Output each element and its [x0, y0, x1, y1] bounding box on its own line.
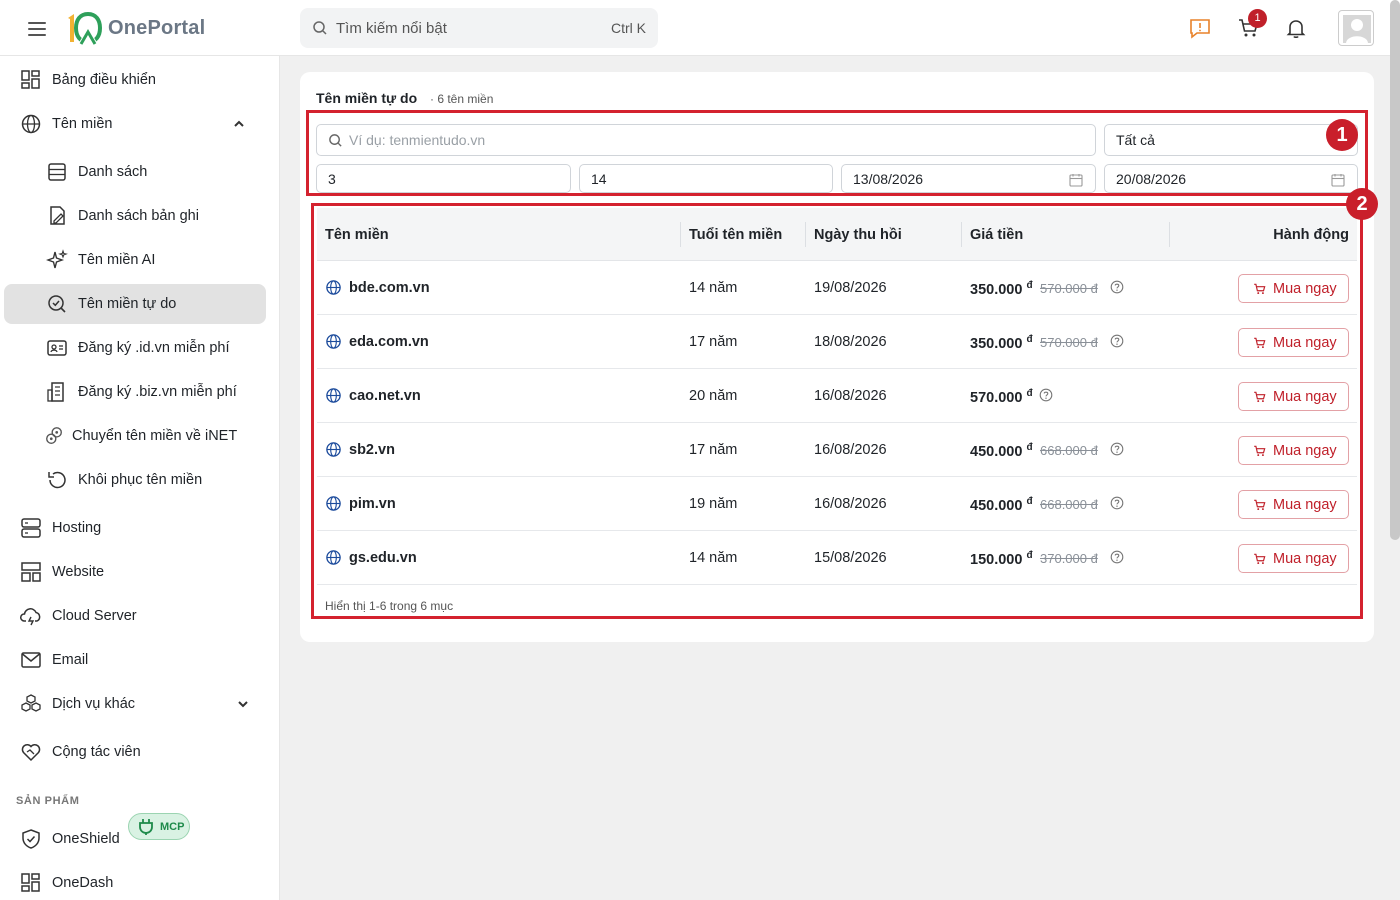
sidebar-item-other-services[interactable]: Dịch vụ khác	[4, 684, 266, 724]
logo[interactable]: OnePortal	[64, 10, 205, 46]
scrollbar[interactable]	[1390, 0, 1400, 540]
sidebar-item-label: Dịch vụ khác	[52, 696, 136, 712]
sidebar-item-label: OneDash	[52, 875, 114, 891]
section-label-products: SẢN PHẨM	[16, 795, 80, 807]
sidebar-item-biz-vn[interactable]: Đăng ký .biz.vn miễn phí	[4, 372, 266, 412]
sidebar-item-label: Hosting	[52, 520, 102, 536]
sidebar-item-label: Tên miền	[52, 116, 113, 132]
sidebar-item-restore-domain[interactable]: Khôi phục tên miền	[4, 460, 266, 500]
cubes-icon	[21, 694, 41, 712]
oneportal-logo-icon	[68, 11, 103, 45]
sidebar-item-label: Danh sách	[78, 164, 148, 180]
sidebar: Bảng điều khiển Tên miền Danh sách Danh …	[0, 56, 280, 900]
global-search[interactable]: Tìm kiếm nổi bật Ctrl K	[300, 8, 658, 48]
transfer-icon	[46, 427, 62, 444]
feedback-icon[interactable]	[1188, 16, 1212, 40]
server-icon	[21, 518, 41, 538]
sidebar-item-website[interactable]: Website	[4, 552, 266, 592]
sidebar-item-label: OneShield	[52, 831, 120, 847]
restore-icon	[48, 471, 66, 489]
sidebar-item-ai-domains[interactable]: Tên miền AI	[4, 240, 266, 280]
building-icon	[47, 382, 64, 402]
dashboard-icon	[21, 873, 40, 892]
search-placeholder: Tìm kiếm nổi bật	[336, 19, 447, 37]
handshake-heart-icon	[21, 744, 41, 762]
sidebar-item-cloud-server[interactable]: Cloud Server	[4, 596, 266, 636]
bell-icon[interactable]	[1284, 16, 1308, 40]
globe-icon	[21, 114, 41, 134]
cloud-icon	[20, 608, 41, 626]
user-avatar-icon	[1343, 15, 1371, 43]
sidebar-item-affiliate[interactable]: Cộng tác viên	[4, 732, 266, 772]
search-icon	[313, 21, 327, 35]
sidebar-item-label: Bảng điều khiển	[52, 72, 156, 88]
cart-count-badge: 1	[1248, 9, 1267, 28]
menu-icon[interactable]	[26, 18, 48, 38]
sidebar-item-onedash[interactable]: OneDash	[4, 863, 266, 900]
sidebar-item-label: Tên miền tự do	[78, 296, 177, 312]
sidebar-item-email[interactable]: Email	[4, 640, 266, 680]
sidebar-item-dashboard[interactable]: Bảng điều khiển	[4, 60, 266, 100]
id-card-icon	[47, 340, 67, 356]
sidebar-item-label: Danh sách bản ghi	[78, 208, 199, 224]
edit-document-icon	[50, 206, 65, 225]
shield-icon	[22, 829, 40, 849]
list-icon	[48, 163, 66, 181]
sidebar-item-hosting[interactable]: Hosting	[4, 508, 266, 548]
mcp-badge-label: MCP	[160, 820, 185, 833]
sidebar-item-free-domains[interactable]: Tên miền tự do	[4, 284, 266, 324]
sidebar-item-label: Đăng ký .biz.vn miễn phí	[78, 384, 237, 400]
avatar[interactable]	[1338, 10, 1374, 46]
sidebar-item-label: Cloud Server	[52, 608, 137, 624]
mail-icon	[21, 652, 41, 668]
sidebar-item-label: Website	[52, 564, 105, 580]
sidebar-item-record-list[interactable]: Danh sách bản ghi	[4, 196, 266, 236]
sidebar-item-domains[interactable]: Tên miền	[4, 104, 266, 144]
search-check-icon	[48, 295, 66, 313]
sidebar-item-transfer-domain[interactable]: Chuyển tên miền về iNET	[4, 416, 266, 456]
website-icon	[21, 562, 41, 582]
sparkle-icon	[46, 249, 68, 269]
sidebar-item-label: Khôi phục tên miền	[78, 472, 203, 488]
chevron-down-icon	[238, 701, 248, 708]
dashboard-icon	[21, 70, 40, 89]
sidebar-item-domain-list[interactable]: Danh sách	[4, 152, 266, 192]
domain-count: · 6 tên miền	[430, 92, 494, 106]
sidebar-item-label: Chuyển tên miền về iNET	[72, 428, 238, 444]
app-name: OnePortal	[108, 16, 206, 39]
top-bar: OnePortal Tìm kiếm nổi bật Ctrl K 1	[0, 0, 1400, 56]
sidebar-item-label: Email	[52, 652, 89, 668]
annotation-marker-1: 1	[1326, 119, 1358, 151]
chevron-up-icon	[234, 120, 244, 127]
annotation-box-filters	[306, 110, 1368, 196]
annotation-box-table	[311, 203, 1363, 619]
sidebar-item-label: Cộng tác viên	[52, 744, 141, 760]
search-shortcut: Ctrl K	[611, 20, 646, 36]
annotation-marker-2: 2	[1346, 188, 1378, 220]
sidebar-item-label: Tên miền AI	[78, 252, 156, 268]
sidebar-item-id-vn[interactable]: Đăng ký .id.vn miễn phí	[4, 328, 266, 368]
sidebar-item-label: Đăng ký .id.vn miễn phí	[78, 340, 230, 356]
mcp-badge: MCP	[128, 813, 190, 840]
page-title: Tên miền tự do	[316, 90, 418, 106]
plug-icon	[139, 818, 153, 835]
